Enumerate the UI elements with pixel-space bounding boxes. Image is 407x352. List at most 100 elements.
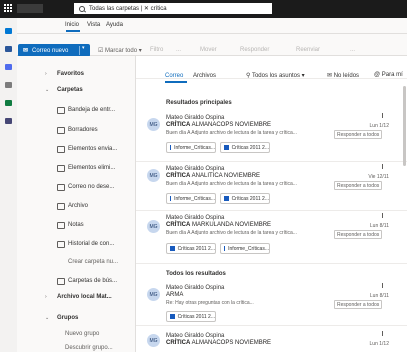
chevron-down-icon[interactable]: ▾: [82, 45, 85, 51]
top-bar: Todas las carpetas | ✕ crítica: [0, 0, 407, 18]
reply-button[interactable]: Responder: [240, 47, 269, 53]
send-icon: [57, 146, 65, 153]
folders-header[interactable]: Carpetas: [57, 87, 83, 93]
favorites-header[interactable]: Favoritos: [57, 71, 84, 77]
message-item[interactable]: MG Mateo Giraldo Ospina CRÍTICA ANALITIC…: [136, 161, 407, 211]
search-icon: [79, 5, 85, 12]
attachment-chip[interactable]: Críticas 2011 2...: [220, 142, 270, 153]
app-rail: [0, 18, 18, 352]
attachment-chip[interactable]: Informe_Críticas...: [166, 142, 216, 153]
message-sender: Mateo Giraldo Ospina: [166, 333, 225, 339]
to-me-filter[interactable]: @ Para mí: [374, 72, 403, 78]
attachment-name: Informe_Críticas...: [228, 245, 269, 252]
all-results-label: Todos los resultados: [166, 271, 226, 277]
move-button[interactable]: Mover: [200, 47, 217, 53]
menu-vista[interactable]: Vista: [87, 22, 100, 28]
message-sender: Mateo Giraldo Ospina: [166, 215, 225, 221]
folder-pane: › Favoritos ⌄ Carpetas Bandeja de entr..…: [17, 56, 136, 352]
attachment-name: Informe_Críticas...: [174, 144, 215, 151]
flag-icon[interactable]: [382, 283, 387, 288]
filter-button[interactable]: Filtro: [150, 47, 163, 53]
filter-label: Todos los asuntos: [251, 73, 300, 79]
chevron-down-icon[interactable]: ⌄: [45, 315, 49, 321]
app-launcher-icon[interactable]: [4, 4, 13, 13]
attachment-chip[interactable]: Informe_Críticas...: [166, 193, 216, 204]
avatar: MG: [147, 334, 160, 347]
new-group-link[interactable]: Nuevo grupo: [65, 331, 99, 337]
attachment-chip[interactable]: Informe_Críticas...: [220, 243, 270, 254]
attachment-name: Críticas 2011 2...: [231, 144, 269, 151]
mark-all-button[interactable]: ☑ Marcar todo ▾: [98, 47, 142, 54]
scrollbar[interactable]: [403, 86, 406, 166]
forward-button[interactable]: Reenviar: [296, 47, 320, 53]
message-item[interactable]: MG Mateo Giraldo Ospina ARMA Re: Hay otr…: [136, 280, 407, 326]
menu-inicio[interactable]: Inicio: [65, 22, 79, 28]
attachment-name: Críticas 2011 2...: [177, 313, 215, 320]
message-item[interactable]: MG Mateo Giraldo Ospina CRÍTICA ALMANACO…: [136, 110, 407, 162]
tab-files[interactable]: Archivos: [193, 73, 216, 79]
folder-label: Borradores: [68, 127, 98, 133]
document-icon: [224, 246, 226, 251]
menu-ayuda[interactable]: Ayuda: [106, 22, 123, 28]
tab-mail[interactable]: Correo: [165, 73, 183, 79]
message-subject: CRÍTICA ALMANACOPS NOVIEMBRE: [166, 122, 271, 128]
flag-icon[interactable]: [382, 331, 387, 336]
document-icon: [170, 196, 172, 201]
filter-label: No leídos: [333, 73, 360, 79]
active-tab-indicator: [165, 81, 187, 83]
message-sender: Mateo Giraldo Ospina: [166, 166, 225, 172]
overflow-button[interactable]: ...: [350, 47, 355, 53]
attachment-chip[interactable]: Críticas 2011 2...: [166, 243, 216, 254]
flag-icon[interactable]: [382, 213, 387, 218]
mail-icon[interactable]: [5, 28, 12, 34]
people-icon[interactable]: [5, 64, 12, 70]
chevron-right-icon[interactable]: ›: [45, 71, 47, 77]
folder-label: Notas: [68, 222, 84, 228]
search-query: Todas las carpetas | ✕ crítica: [89, 6, 167, 12]
mark-all-label: Marcar todo: [105, 48, 138, 54]
split-divider: [79, 46, 80, 55]
folder-label: Carpetas de bús...: [68, 278, 118, 284]
folder-label: Bandeja de entr...: [68, 107, 116, 113]
folder-label: Correo no dese...: [68, 184, 115, 190]
reply-all-button[interactable]: Responder a todos: [334, 181, 383, 190]
flag-icon[interactable]: [382, 113, 387, 118]
note-icon: [57, 222, 65, 229]
message-preview: Re: Hay otras preguntas con la crítica..…: [166, 300, 254, 306]
top-results-label: Resultados principales: [166, 100, 232, 106]
app-logo: [17, 4, 43, 13]
active-menu-underline: [66, 30, 80, 32]
attachment-name: Críticas 2011 2...: [231, 195, 269, 202]
apps-icon[interactable]: [5, 118, 12, 124]
chevron-down-icon[interactable]: ⌄: [45, 87, 49, 93]
message-item[interactable]: MG Mateo Giraldo Ospina CRÍTICA MARKULAN…: [136, 210, 407, 264]
folder-label: Archivo: [68, 203, 89, 209]
results-pane: Correo Archivos ⚲ Todos los asuntos ▾ ✉ …: [136, 56, 407, 352]
groups-header[interactable]: Grupos: [57, 315, 78, 321]
message-item[interactable]: MG Mateo Giraldo Ospina CRÍTICA ALMANACO…: [136, 328, 407, 352]
chevron-right-icon[interactable]: ›: [45, 294, 47, 300]
new-mail-label: Correo nuevo: [32, 47, 69, 54]
reply-all-button[interactable]: Responder a todos: [334, 230, 383, 239]
todo-icon[interactable]: [5, 100, 12, 106]
attachment-chip[interactable]: Críticas 2011 2...: [220, 193, 270, 204]
search-input[interactable]: Todas las carpetas | ✕ crítica: [74, 3, 272, 14]
reply-all-button[interactable]: Responder a todos: [334, 300, 383, 309]
subject-text: ANALITICA NOVIEMBRE: [190, 173, 261, 179]
calendar-icon[interactable]: [5, 46, 12, 52]
folder-label: Historial de con...: [68, 241, 115, 247]
local-archive-header[interactable]: Archivo local Mat...: [57, 294, 112, 300]
groups-icon[interactable]: [5, 82, 12, 88]
create-folder-link[interactable]: Crear carpeta nu...: [68, 259, 118, 265]
avatar: MG: [147, 220, 160, 233]
unread-filter[interactable]: ✉ No leídos: [327, 72, 359, 79]
subjects-filter[interactable]: ⚲ Todos los asuntos ▾: [246, 72, 305, 79]
subject-text: ARMA: [166, 292, 184, 298]
flag-icon[interactable]: [382, 164, 387, 169]
more-button[interactable]: ...: [176, 47, 181, 53]
inbox-icon: [57, 107, 65, 114]
message-date: Lun 8/11: [369, 223, 389, 229]
discover-groups-link[interactable]: Descubrir grupo...: [65, 345, 113, 351]
reply-all-button[interactable]: Responder a todos: [334, 130, 383, 139]
attachment-chip[interactable]: Críticas 2011 2...: [166, 311, 216, 322]
